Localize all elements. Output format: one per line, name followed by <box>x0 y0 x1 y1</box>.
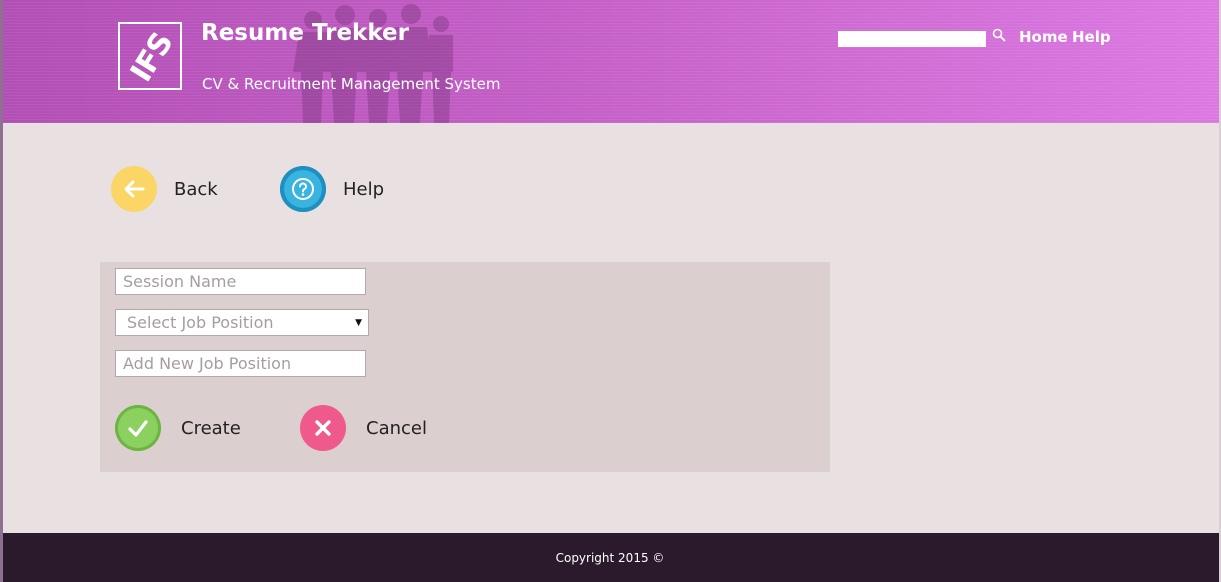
new-job-position-input[interactable] <box>115 350 366 377</box>
arrow-left-icon <box>111 166 157 212</box>
nav-help-link[interactable]: Help <box>1072 28 1111 46</box>
help-button[interactable]: Help <box>280 166 384 212</box>
session-form-panel: Select Job Position ▼ Create Cancel <box>100 262 830 472</box>
create-button[interactable]: Create <box>115 405 241 451</box>
job-position-selected-value: Select Job Position <box>127 313 274 332</box>
session-name-input[interactable] <box>115 268 366 295</box>
search-input[interactable] <box>838 31 986 47</box>
logo-text: IFS <box>123 26 181 89</box>
caret-down-icon: ▼ <box>355 318 362 328</box>
app-title: Resume Trekker <box>201 20 409 46</box>
nav-home-link[interactable]: Home <box>1019 28 1068 46</box>
close-icon <box>300 405 346 451</box>
question-icon <box>280 166 326 212</box>
back-button[interactable]: Back <box>111 166 218 212</box>
job-position-select[interactable]: Select Job Position ▼ <box>115 309 369 336</box>
search-icon[interactable] <box>992 28 1006 42</box>
checkmark-icon <box>115 405 161 451</box>
ifs-logo-icon[interactable]: IFS <box>118 22 182 90</box>
create-label: Create <box>181 417 241 439</box>
app-subtitle: CV & Recruitment Management System <box>202 75 501 93</box>
back-label: Back <box>174 178 218 200</box>
app-header: IFS Resume Trekker CV & Recruitment Mana… <box>3 0 1219 123</box>
people-silhouette-decoration <box>293 4 453 123</box>
cancel-label: Cancel <box>366 417 427 439</box>
help-label: Help <box>343 178 385 200</box>
cancel-button[interactable]: Cancel <box>300 405 427 451</box>
app-footer: Copyright 2015 © <box>3 533 1219 582</box>
copyright-text: Copyright 2015 © <box>555 550 665 565</box>
